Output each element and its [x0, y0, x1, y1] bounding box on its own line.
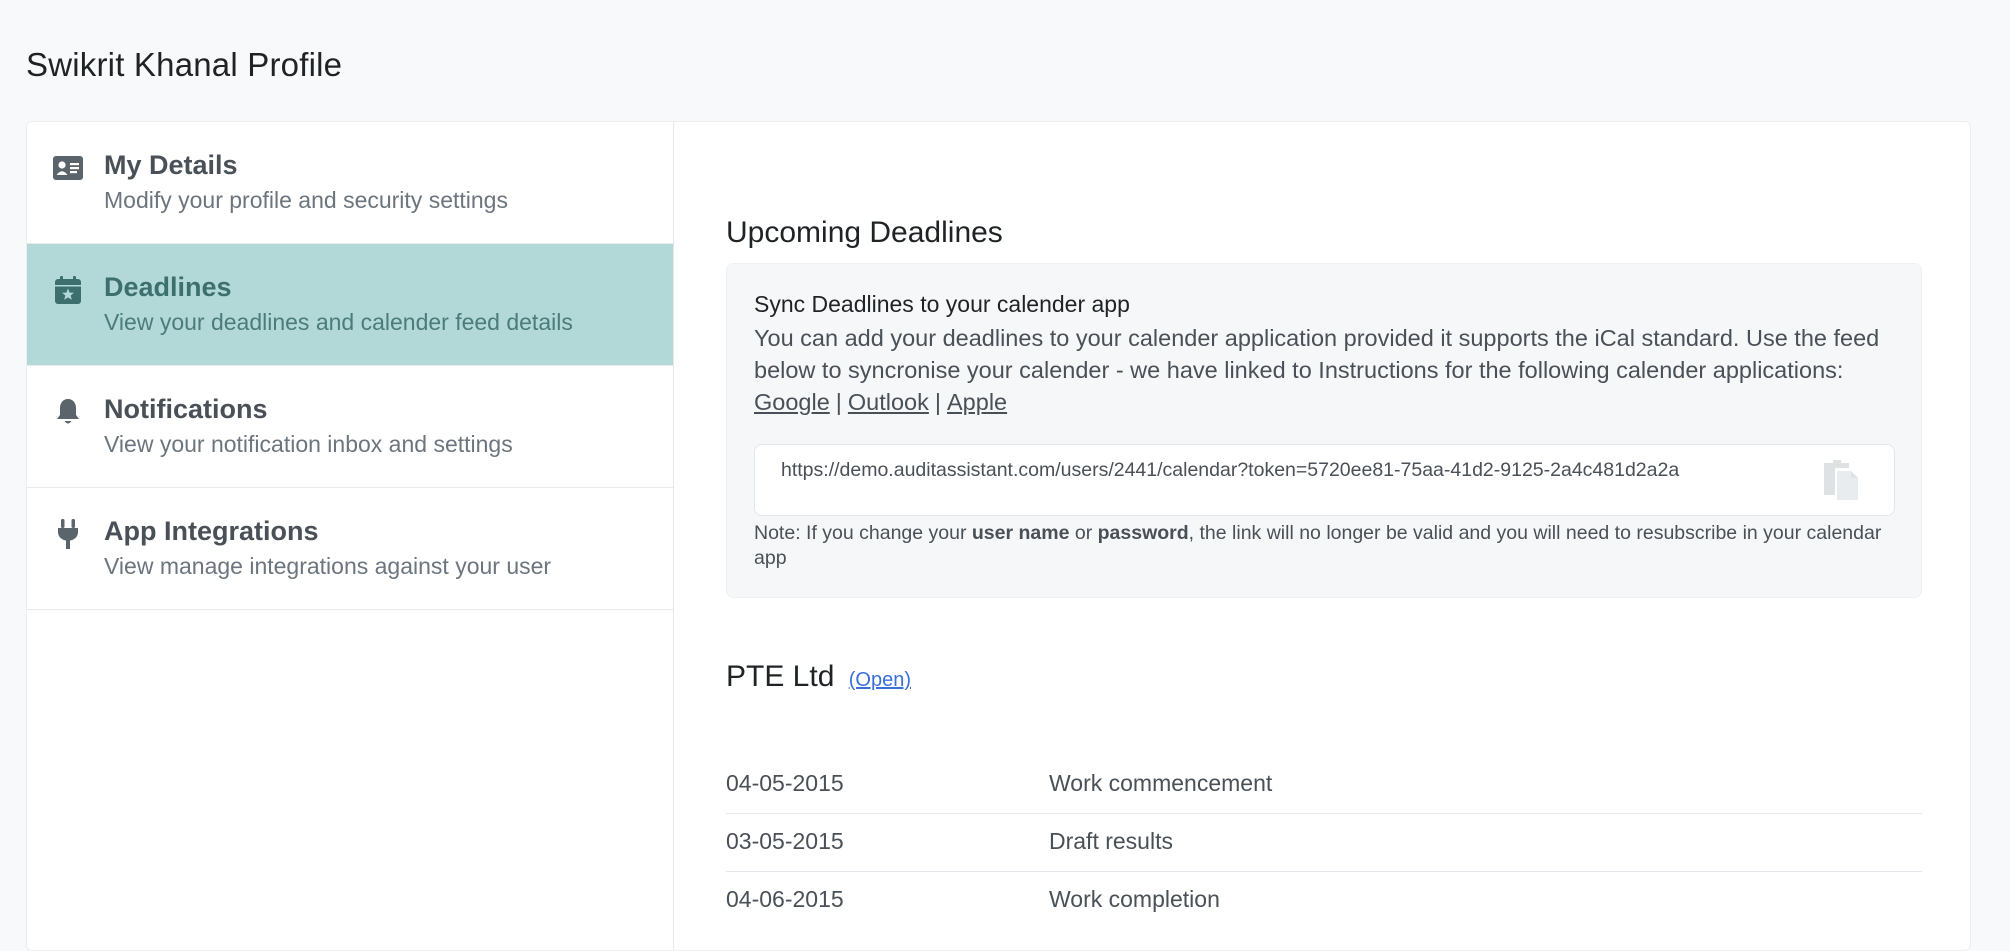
sidebar-item-app-integrations[interactable]: App Integrations View manage integration…: [27, 488, 673, 610]
sidebar-item-subtitle: View manage integrations against your us…: [104, 553, 552, 579]
client-open-link[interactable]: (Open): [849, 669, 911, 691]
apple-instructions-link[interactable]: Apple: [947, 389, 1007, 415]
sidebar-item-notifications[interactable]: Notifications View your notification inb…: [27, 366, 673, 488]
note-mid: or: [1069, 522, 1098, 544]
sidebar-item-title: Notifications: [104, 394, 268, 424]
plug-icon: [53, 519, 83, 549]
sidebar-item-title: App Integrations: [104, 516, 319, 546]
calendar-feed-url-field[interactable]: https://demo.auditassistant.com/users/24…: [754, 444, 1895, 516]
deadlines-panel: Upcoming Deadlines Sync Deadlines to you…: [726, 122, 1922, 950]
calendar-sync-box: Sync Deadlines to your calender app You …: [726, 263, 1922, 598]
deadline-date: 04-05-2015: [726, 770, 844, 796]
page-title: Swikrit Khanal Profile: [26, 46, 343, 83]
deadline-label: Work completion: [1049, 886, 1220, 912]
sidebar-item-title: My Details: [104, 150, 238, 180]
id-card-icon: [53, 153, 83, 183]
sidebar-item-title: Deadlines: [104, 272, 232, 302]
sidebar-item-subtitle: View your notification inbox and setting…: [104, 431, 513, 457]
sync-description: You can add your deadlines to your calen…: [754, 322, 1884, 418]
deadline-row: 03-05-2015 Draft results: [726, 814, 1922, 872]
profile-card: My Details Modify your profile and secur…: [26, 121, 1971, 951]
sidebar-item-my-details[interactable]: My Details Modify your profile and secur…: [27, 122, 673, 244]
calendar-feed-url[interactable]: https://demo.auditassistant.com/users/24…: [781, 459, 1679, 482]
deadline-date: 04-06-2015: [726, 886, 844, 912]
deadline-date: 03-05-2015: [726, 828, 844, 854]
deadline-list: 04-05-2015 Work commencement 03-05-2015 …: [726, 756, 1922, 930]
google-instructions-link[interactable]: Google: [754, 389, 830, 415]
link-separator: |: [835, 389, 842, 415]
calendar-star-icon: [53, 275, 83, 305]
deadline-label: Work commencement: [1049, 770, 1273, 796]
sidebar-item-subtitle: View your deadlines and calender feed de…: [104, 309, 573, 335]
sidebar-item-deadlines[interactable]: Deadlines View your deadlines and calend…: [27, 244, 673, 366]
bell-icon: [53, 397, 83, 427]
copy-icon[interactable]: [1821, 459, 1861, 501]
note-user-name: user name: [971, 522, 1070, 544]
sync-description-text: You can add your deadlines to your calen…: [754, 325, 1880, 383]
outlook-instructions-link[interactable]: Outlook: [848, 389, 929, 415]
link-separator: |: [934, 389, 941, 415]
resubscribe-note: Note: If you change your user name or pa…: [754, 521, 1884, 571]
client-heading: PTE Ltd (Open): [726, 660, 911, 694]
client-name: PTE Ltd: [726, 660, 835, 693]
deadline-row: 04-06-2015 Work completion: [726, 872, 1922, 930]
sidebar: My Details Modify your profile and secur…: [27, 122, 674, 950]
sync-title: Sync Deadlines to your calender app: [754, 291, 1130, 317]
note-prefix: Note: If you change your: [754, 522, 972, 544]
section-heading: Upcoming Deadlines: [726, 216, 1003, 249]
deadline-row: 04-05-2015 Work commencement: [726, 756, 1922, 814]
note-password: password: [1097, 522, 1189, 544]
sidebar-item-subtitle: Modify your profile and security setting…: [104, 187, 508, 213]
deadline-label: Draft results: [1049, 828, 1173, 854]
